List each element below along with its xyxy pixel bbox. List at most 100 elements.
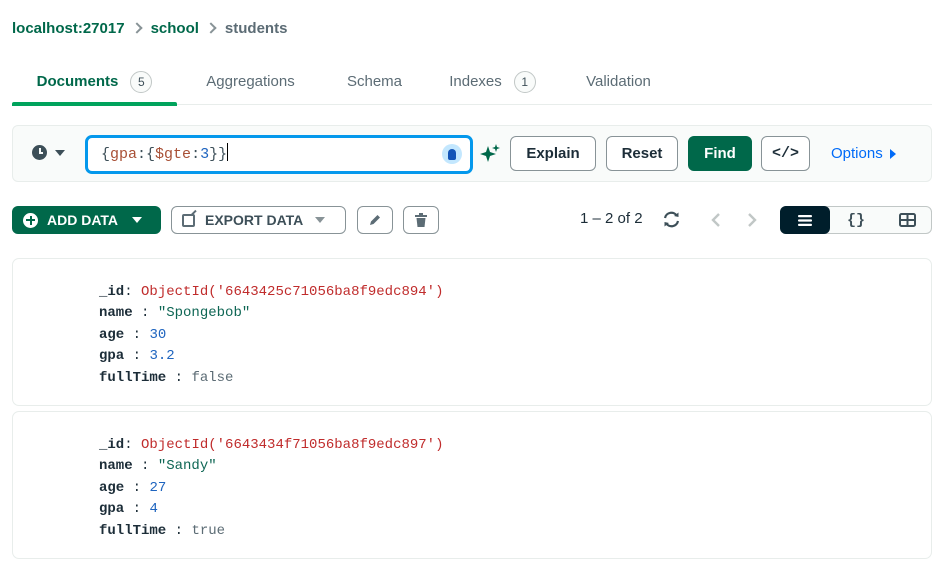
- table-view-button[interactable]: [882, 206, 932, 234]
- query-options-toggle[interactable]: Options: [831, 145, 896, 162]
- collection-tabs: Documents 5 Aggregations Schema Indexes …: [12, 58, 932, 106]
- document-field: age : 30: [99, 326, 167, 343]
- list-view-button[interactable]: [780, 206, 830, 234]
- document-field: name : "Spongebob": [99, 305, 251, 322]
- filter-operator: $gte: [155, 146, 192, 163]
- clock-icon: [32, 145, 47, 160]
- document-fields: _id: ObjectId('6643434f71056ba8f9edc897'…: [99, 435, 443, 542]
- caret-down-icon: [315, 217, 326, 223]
- tab-validation-label: Validation: [586, 73, 651, 90]
- tab-validation[interactable]: Validation: [572, 58, 665, 105]
- document-fields: _id: ObjectId('6643425c71056ba8f9edc894'…: [99, 282, 443, 389]
- view-mode-toggle: {}: [780, 206, 932, 234]
- find-button[interactable]: Find: [688, 136, 752, 171]
- tab-indexes[interactable]: Indexes 1: [440, 58, 545, 105]
- document-field: gpa : 3.2: [99, 348, 175, 365]
- bulk-update-button[interactable]: [357, 206, 393, 234]
- caret-down-icon: [55, 149, 65, 156]
- previous-page-button[interactable]: [707, 210, 725, 229]
- json-view-button[interactable]: {}: [831, 206, 881, 234]
- breadcrumb-collection: students: [224, 19, 288, 37]
- field-value-boolean[interactable]: false: [191, 370, 233, 386]
- tab-aggregations[interactable]: Aggregations: [184, 58, 317, 105]
- refresh-icon[interactable]: [662, 210, 681, 229]
- document-field: gpa : 4: [99, 501, 158, 518]
- filter-close-brace: }}: [209, 146, 228, 163]
- chevron-left-icon: [711, 212, 720, 227]
- export-icon: [182, 213, 195, 227]
- tab-schema[interactable]: Schema: [332, 58, 417, 105]
- generate-code-button[interactable]: </>: [761, 136, 810, 171]
- document-field: name : "Sandy": [99, 458, 217, 475]
- document-card[interactable]: _id: ObjectId('6643425c71056ba8f9edc894'…: [12, 258, 932, 406]
- field-key: _id: [99, 284, 125, 300]
- tab-documents[interactable]: Documents 5: [12, 58, 177, 106]
- add-data-button[interactable]: ADD DATA: [12, 206, 161, 234]
- trash-icon: [415, 212, 427, 227]
- sparkle-icon[interactable]: [479, 143, 501, 165]
- field-key: gpa: [99, 501, 125, 518]
- caret-down-icon: [132, 217, 143, 223]
- field-value-string[interactable]: "Sandy": [158, 458, 217, 474]
- filter-colon: :: [191, 146, 201, 163]
- field-key: fullTime: [99, 369, 167, 386]
- field-key: age: [99, 326, 125, 343]
- reset-button[interactable]: Reset: [606, 136, 678, 171]
- field-key: age: [99, 479, 125, 496]
- field-value-objectid[interactable]: ObjectId('6643425c71056ba8f9edc894'): [141, 284, 443, 300]
- field-value-number[interactable]: 3.2: [149, 348, 174, 364]
- chevron-right-icon: [205, 22, 217, 34]
- filter-value: 3: [200, 146, 210, 163]
- document-field: fullTime : true: [99, 522, 226, 539]
- documents-count-badge: 5: [130, 70, 153, 93]
- tab-documents-label: Documents: [36, 73, 119, 90]
- caret-right-icon: [889, 148, 896, 159]
- field-value-objectid[interactable]: ObjectId('6643434f71056ba8f9edc897'): [141, 437, 443, 453]
- document-card[interactable]: _id: ObjectId('6643434f71056ba8f9edc897'…: [12, 411, 932, 559]
- document-field: fullTime : false: [99, 369, 234, 386]
- field-value-number[interactable]: 4: [149, 501, 157, 517]
- export-data-label: EXPORT DATA: [205, 212, 304, 228]
- field-key: name: [99, 305, 133, 322]
- filter-open-brace: {: [101, 146, 111, 163]
- filter-field-key: gpa: [110, 146, 138, 163]
- explain-button[interactable]: Explain: [510, 136, 596, 171]
- tab-indexes-label: Indexes: [449, 73, 502, 90]
- breadcrumb-host[interactable]: localhost:27017: [12, 20, 125, 37]
- field-key: name: [99, 458, 133, 475]
- field-key: _id: [99, 437, 125, 453]
- options-label: Options: [831, 145, 883, 162]
- field-value-number[interactable]: 30: [149, 327, 166, 343]
- active-tab-indicator: [12, 102, 177, 106]
- next-page-button[interactable]: [743, 210, 761, 229]
- table-view-icon: [898, 213, 916, 227]
- field-key: fullTime: [99, 522, 167, 539]
- indexes-count-badge: 1: [513, 70, 536, 93]
- tab-aggregations-label: Aggregations: [206, 73, 295, 90]
- lightbulb-icon[interactable]: [442, 144, 462, 164]
- list-view-icon: [798, 214, 812, 226]
- breadcrumb-database[interactable]: school: [151, 20, 199, 37]
- pencil-icon: [370, 215, 380, 225]
- field-key: gpa: [99, 348, 125, 365]
- document-field: _id: ObjectId('6643434f71056ba8f9edc897'…: [99, 437, 444, 453]
- add-data-label: ADD DATA: [47, 212, 119, 228]
- bulk-delete-button[interactable]: [403, 206, 439, 234]
- plus-icon: [23, 212, 38, 228]
- document-field: age : 27: [99, 479, 167, 496]
- breadcrumb: localhost:27017 school students: [12, 18, 287, 38]
- document-field: _id: ObjectId('6643425c71056ba8f9edc894'…: [99, 284, 444, 300]
- filter-input[interactable]: {gpa:{$gte:3}}: [85, 135, 473, 174]
- chevron-right-icon: [748, 212, 757, 227]
- pagination-summary: 1 – 2 of 2: [580, 210, 643, 227]
- export-data-button[interactable]: EXPORT DATA: [171, 206, 346, 234]
- query-history-button[interactable]: [32, 145, 65, 160]
- query-bar: {gpa:{$gte:3}} Explain Reset Find </> Op…: [12, 125, 932, 182]
- field-value-string[interactable]: "Spongebob": [158, 305, 250, 321]
- field-value-number[interactable]: 27: [149, 480, 166, 496]
- field-value-boolean[interactable]: true: [191, 523, 225, 539]
- tab-schema-label: Schema: [346, 73, 403, 90]
- filter-inner-open: :{: [137, 146, 156, 163]
- chevron-right-icon: [130, 22, 143, 34]
- text-cursor: [227, 143, 229, 161]
